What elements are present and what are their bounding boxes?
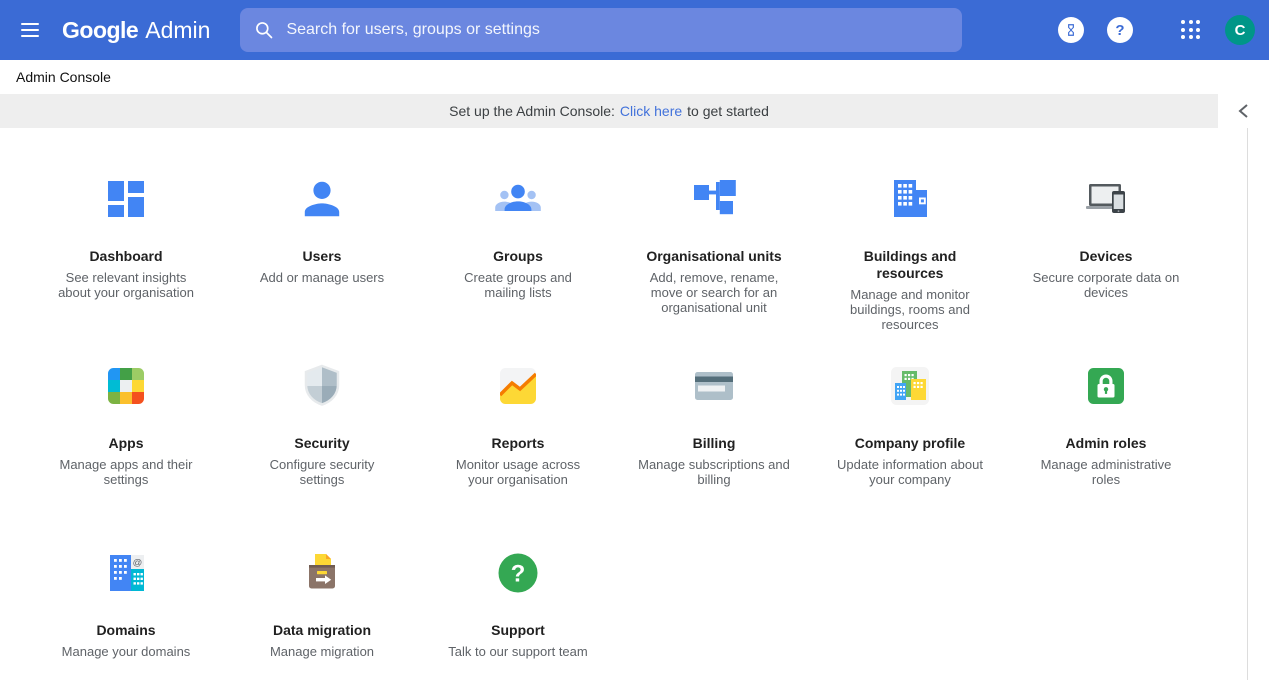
card-description: Secure corporate data on devices xyxy=(1030,270,1182,300)
card-apps[interactable]: Apps Manage apps and their settings xyxy=(28,362,224,549)
card-description: Talk to our support team xyxy=(448,644,587,659)
billing-card-icon xyxy=(690,362,738,410)
card-title: Devices xyxy=(1080,248,1133,265)
card-domains[interactable]: @ Domains Manage your domains xyxy=(28,549,224,680)
card-description: Create groups and mailing lists xyxy=(442,270,594,300)
card-support[interactable]: ? Support Talk to our support team xyxy=(420,549,616,680)
card-admin-roles[interactable]: Admin roles Manage administrative roles xyxy=(1008,362,1204,549)
card-reports[interactable]: Reports Monitor usage across your organi… xyxy=(420,362,616,549)
card-title: Groups xyxy=(493,248,543,265)
card-description: Manage your domains xyxy=(62,644,191,659)
domains-icon: @ xyxy=(102,549,150,597)
card-title: Billing xyxy=(693,435,736,452)
card-title: Buildings and resources xyxy=(835,248,985,282)
company-profile-icon xyxy=(886,362,934,410)
data-migration-icon xyxy=(298,549,346,597)
card-title: Organisational units xyxy=(646,248,781,265)
devices-icon xyxy=(1082,175,1130,223)
banner-row: Set up the Admin Console: Click here to … xyxy=(0,94,1269,128)
card-title: Company profile xyxy=(855,435,965,452)
org-units-icon xyxy=(690,175,738,223)
card-title: Admin roles xyxy=(1066,435,1147,452)
avatar[interactable]: C xyxy=(1225,15,1255,45)
card-company-profile[interactable]: Company profile Update information about… xyxy=(812,362,1008,549)
card-grid: Dashboard See relevant insights about yo… xyxy=(0,128,1247,680)
breadcrumb: Admin Console xyxy=(0,60,1269,94)
apps-icon xyxy=(102,362,150,410)
card-devices[interactable]: Devices Secure corporate data on devices xyxy=(1008,175,1204,362)
buildings-icon xyxy=(886,175,934,223)
card-title: Users xyxy=(303,248,342,265)
svg-text:@: @ xyxy=(133,558,143,569)
setup-banner: Set up the Admin Console: Click here to … xyxy=(0,94,1218,128)
topbar-actions: ? C xyxy=(1058,15,1255,45)
search-input[interactable] xyxy=(286,21,948,39)
logo-product-text: Admin xyxy=(145,17,210,44)
groups-icon xyxy=(494,175,542,223)
card-title: Domains xyxy=(96,622,155,639)
chevron-left-icon[interactable] xyxy=(1233,99,1255,123)
hourglass-icon[interactable] xyxy=(1058,17,1084,43)
card-billing[interactable]: Billing Manage subscriptions and billing xyxy=(616,362,812,549)
search-bar[interactable] xyxy=(240,8,962,52)
apps-grid-icon[interactable] xyxy=(1179,18,1203,42)
card-description: Manage migration xyxy=(270,644,374,659)
card-security[interactable]: Security Configure security settings xyxy=(224,362,420,549)
card-description: Manage apps and their settings xyxy=(50,457,202,487)
card-groups[interactable]: Groups Create groups and mailing lists xyxy=(420,175,616,362)
card-description: Configure security settings xyxy=(246,457,398,487)
card-description: See relevant insights about your organis… xyxy=(50,270,202,300)
logo-google-text: Google xyxy=(62,17,138,44)
card-description: Manage administrative roles xyxy=(1030,457,1182,487)
breadcrumb-label: Admin Console xyxy=(16,69,111,85)
banner-click-here-link[interactable]: Click here xyxy=(620,103,682,119)
card-data-migration[interactable]: Data migration Manage migration xyxy=(224,549,420,680)
card-title: Apps xyxy=(109,435,144,452)
banner-collapse-area xyxy=(1218,94,1269,128)
card-users[interactable]: Users Add or manage users xyxy=(224,175,420,362)
reports-icon xyxy=(494,362,542,410)
search-icon xyxy=(254,20,274,40)
card-title: Reports xyxy=(492,435,545,452)
banner-text-prefix: Set up the Admin Console: xyxy=(449,103,615,119)
security-shield-icon xyxy=(298,362,346,410)
admin-roles-lock-icon xyxy=(1082,362,1130,410)
google-admin-logo[interactable]: Google Admin xyxy=(62,17,210,44)
svg-text:?: ? xyxy=(511,561,526,588)
dashboard-icon xyxy=(102,175,150,223)
card-buildings-resources[interactable]: Buildings and resources Manage and monit… xyxy=(812,175,1008,362)
card-dashboard[interactable]: Dashboard See relevant insights about yo… xyxy=(28,175,224,362)
admin-console-home: Dashboard See relevant insights about yo… xyxy=(0,128,1248,680)
card-title: Support xyxy=(491,622,545,639)
help-icon[interactable]: ? xyxy=(1107,17,1133,43)
card-description: Monitor usage across your organisation xyxy=(442,457,594,487)
menu-hamburger-icon[interactable] xyxy=(6,6,54,54)
card-organisational-units[interactable]: Organisational units Add, remove, rename… xyxy=(616,175,812,362)
banner-text-suffix: to get started xyxy=(687,103,769,119)
top-app-bar: Google Admin ? C xyxy=(0,0,1269,60)
card-description: Manage subscriptions and billing xyxy=(638,457,790,487)
card-description: Update information about your company xyxy=(834,457,986,487)
card-description: Add or manage users xyxy=(260,270,384,285)
card-description: Manage and monitor buildings, rooms and … xyxy=(834,287,986,332)
card-description: Add, remove, rename, move or search for … xyxy=(638,270,790,315)
card-title: Data migration xyxy=(273,622,371,639)
card-title: Dashboard xyxy=(89,248,162,265)
card-title: Security xyxy=(294,435,349,452)
users-icon xyxy=(298,175,346,223)
support-icon: ? xyxy=(494,549,542,597)
